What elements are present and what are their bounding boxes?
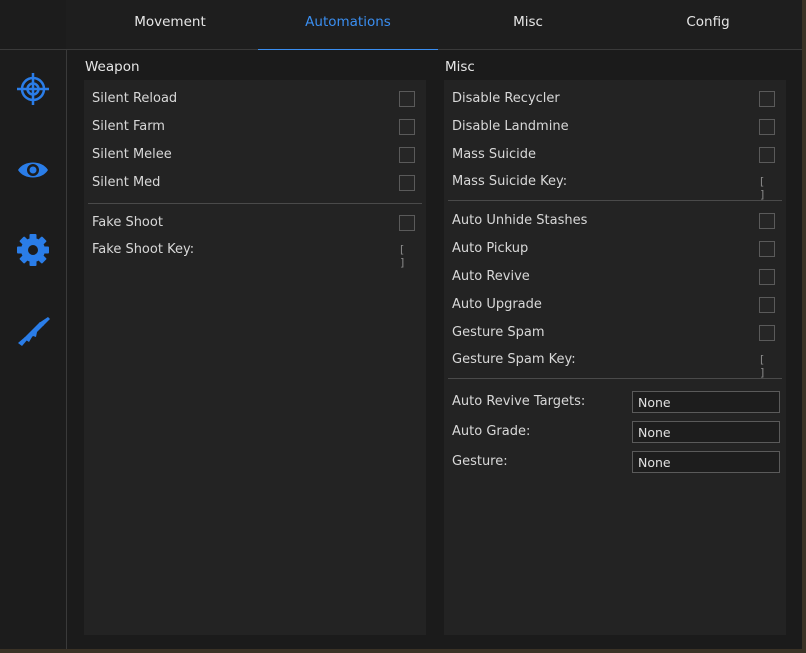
weapon-section-title: Weapon	[85, 59, 140, 75]
mass-suicide-key-row: Mass Suicide Key: [ ]	[452, 171, 778, 201]
weapon-panel: Silent Reload Silent Farm Silent Melee S…	[84, 80, 426, 635]
auto-pickup-row: Auto Pickup	[452, 238, 778, 260]
fake-shoot-key-label: Fake Shoot Key:	[92, 242, 195, 257]
auto-upgrade-label: Auto Upgrade	[452, 297, 542, 312]
fake-shoot-row: Fake Shoot	[92, 212, 418, 234]
mass-suicide-checkbox[interactable]	[759, 147, 775, 163]
silent-med-checkbox[interactable]	[399, 175, 415, 191]
auto-revive-targets-dropdown[interactable]: None	[632, 391, 780, 413]
crosshair-icon[interactable]	[14, 70, 52, 108]
gesture-dropdown[interactable]: None	[632, 451, 780, 473]
auto-upgrade-checkbox[interactable]	[759, 297, 775, 313]
silent-med-label: Silent Med	[92, 175, 161, 190]
disable-recycler-row: Disable Recycler	[452, 88, 778, 110]
rifle-icon[interactable]	[14, 312, 52, 350]
mass-suicide-label: Mass Suicide	[452, 147, 536, 162]
disable-landmine-checkbox[interactable]	[759, 119, 775, 135]
silent-reload-label: Silent Reload	[92, 91, 178, 106]
auto-revive-row: Auto Revive	[452, 266, 778, 288]
cheat-menu-window: Movement Automations Misc Config Weapon …	[0, 0, 802, 649]
silent-reload-checkbox[interactable]	[399, 91, 415, 107]
mass-suicide-row: Mass Suicide	[452, 144, 778, 166]
auto-grade-label: Auto Grade:	[452, 424, 531, 439]
auto-revive-targets-label: Auto Revive Targets:	[452, 394, 586, 409]
gesture-spam-key-label: Gesture Spam Key:	[452, 352, 576, 367]
corner-blank	[0, 0, 66, 50]
disable-recycler-label: Disable Recycler	[452, 91, 560, 106]
eye-icon[interactable]	[14, 151, 52, 189]
fake-shoot-checkbox[interactable]	[399, 215, 415, 231]
fake-shoot-label: Fake Shoot	[92, 215, 163, 230]
gesture-spam-row: Gesture Spam	[452, 322, 778, 344]
tab-movement[interactable]: Movement	[80, 0, 260, 49]
misc-divider-2	[448, 378, 782, 379]
mass-suicide-keybind[interactable]: [ ]	[760, 175, 778, 201]
fake-shoot-key-row: Fake Shoot Key: [ ]	[92, 239, 418, 269]
gesture-spam-keybind[interactable]: [ ]	[760, 353, 778, 379]
disable-landmine-row: Disable Landmine	[452, 116, 778, 138]
misc-divider-1	[448, 200, 782, 201]
tab-misc[interactable]: Misc	[438, 0, 618, 49]
mass-suicide-key-label: Mass Suicide Key:	[452, 174, 568, 189]
silent-melee-label: Silent Melee	[92, 147, 172, 162]
misc-panel: Disable Recycler Disable Landmine Mass S…	[444, 80, 786, 635]
silent-melee-checkbox[interactable]	[399, 147, 415, 163]
sidebar	[0, 50, 67, 649]
auto-pickup-checkbox[interactable]	[759, 241, 775, 257]
gesture-spam-checkbox[interactable]	[759, 325, 775, 341]
tab-bar: Movement Automations Misc Config	[66, 0, 802, 50]
auto-unhide-stashes-label: Auto Unhide Stashes	[452, 213, 588, 228]
auto-revive-targets-row: Auto Revive Targets: None	[452, 391, 780, 413]
disable-recycler-checkbox[interactable]	[759, 91, 775, 107]
auto-revive-checkbox[interactable]	[759, 269, 775, 285]
silent-med-row: Silent Med	[92, 172, 418, 194]
silent-farm-label: Silent Farm	[92, 119, 165, 134]
silent-melee-row: Silent Melee	[92, 144, 418, 166]
auto-grade-row: Auto Grade: None	[452, 421, 780, 443]
tab-config[interactable]: Config	[618, 0, 798, 49]
gesture-spam-key-row: Gesture Spam Key: [ ]	[452, 349, 778, 379]
misc-section-title: Misc	[445, 59, 475, 75]
gesture-label: Gesture:	[452, 454, 508, 469]
gear-icon[interactable]	[14, 231, 52, 269]
silent-farm-row: Silent Farm	[92, 116, 418, 138]
tab-automations[interactable]: Automations	[258, 0, 438, 50]
silent-reload-row: Silent Reload	[92, 88, 418, 110]
weapon-divider	[88, 203, 422, 204]
disable-landmine-label: Disable Landmine	[452, 119, 569, 134]
fake-shoot-keybind[interactable]: [ ]	[400, 243, 418, 269]
auto-revive-label: Auto Revive	[452, 269, 530, 284]
auto-grade-dropdown[interactable]: None	[632, 421, 780, 443]
gesture-spam-label: Gesture Spam	[452, 325, 545, 340]
gesture-row: Gesture: None	[452, 451, 780, 473]
silent-farm-checkbox[interactable]	[399, 119, 415, 135]
auto-unhide-stashes-checkbox[interactable]	[759, 213, 775, 229]
auto-pickup-label: Auto Pickup	[452, 241, 529, 256]
auto-unhide-stashes-row: Auto Unhide Stashes	[452, 210, 778, 232]
auto-upgrade-row: Auto Upgrade	[452, 294, 778, 316]
